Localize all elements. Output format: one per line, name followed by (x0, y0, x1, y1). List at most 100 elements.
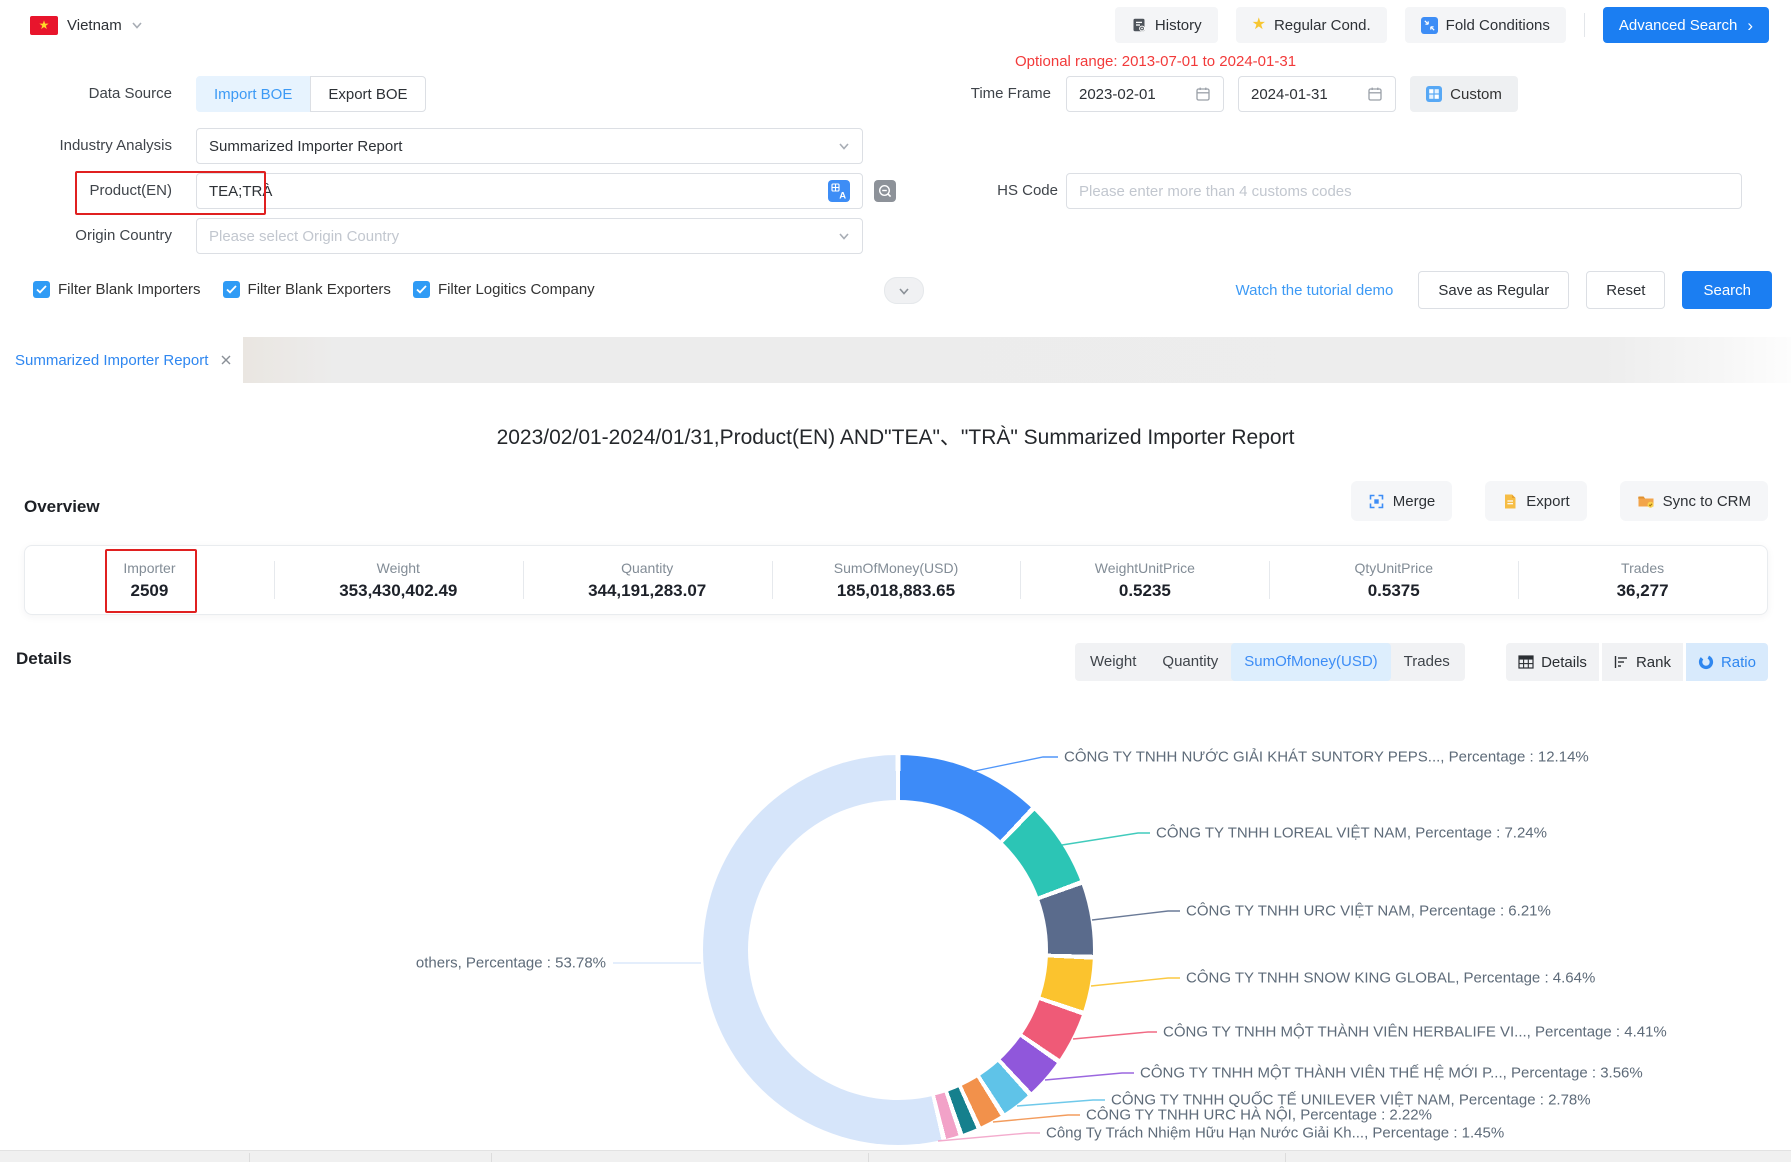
stat-label: Quantity (621, 560, 673, 576)
chart-label: others, Percentage : 53.78% (416, 955, 606, 972)
stat-importer: Importer 2509 (25, 546, 274, 614)
chart-label: CÔNG TY TNHH MỘT THÀNH VIÊN THẾ HỆ MỚI P… (1140, 1065, 1643, 1082)
metric-tab-weight[interactable]: Weight (1077, 643, 1149, 681)
chevron-down-icon (838, 230, 850, 242)
export-button[interactable]: Export (1485, 481, 1586, 521)
export-boe-tab[interactable]: Export BOE (310, 76, 425, 112)
fold-icon (1421, 17, 1438, 34)
calendar-icon (1195, 86, 1211, 102)
leader-line (970, 757, 1058, 772)
export-label: Export (1526, 493, 1569, 510)
regular-cond-button[interactable]: ★ Regular Cond. (1236, 7, 1387, 43)
close-icon[interactable] (220, 354, 232, 366)
stat-value: 185,018,883.65 (837, 581, 955, 601)
date-start-input[interactable]: 2023-02-01 (1066, 76, 1224, 112)
donut-icon (1698, 654, 1714, 670)
sync-to-crm-button[interactable]: Sync to CRM (1620, 481, 1768, 521)
industry-analysis-value: Summarized Importer Report (209, 138, 402, 155)
topbar: ★ Vietnam History ★ Regular Cond. Fold C… (0, 0, 1791, 51)
reset-button[interactable]: Reset (1586, 271, 1665, 309)
history-icon (1131, 17, 1147, 33)
tab-summarized-importer-report[interactable]: Summarized Importer Report (0, 337, 243, 383)
rank-icon (1614, 655, 1629, 669)
origin-country-label: Origin Country (12, 218, 172, 254)
leader-line (1045, 1073, 1134, 1080)
fold-conditions-label: Fold Conditions (1446, 17, 1550, 34)
save-as-regular-button[interactable]: Save as Regular (1418, 271, 1569, 309)
tab-label: Summarized Importer Report (15, 352, 208, 369)
donut-chart[interactable] (703, 755, 1093, 1145)
stat-quantity: Quantity 344,191,283.07 (523, 546, 772, 614)
metric-tab-quantity[interactable]: Quantity (1149, 643, 1231, 681)
chart-label: CÔNG TY TNHH LOREAL VIỆT NAM, Percentage… (1156, 825, 1547, 842)
advanced-search-button[interactable]: Advanced Search › (1603, 7, 1769, 43)
form-actions: Watch the tutorial demo Save as Regular … (1236, 271, 1772, 309)
view-tab-label: Rank (1636, 654, 1671, 671)
product-en-input[interactable]: TEA;TRÀ A (196, 173, 863, 209)
hs-code-label: HS Code (898, 173, 1058, 209)
stat-trades: Trades 36,277 (1518, 546, 1767, 614)
industry-analysis-select[interactable]: Summarized Importer Report (196, 128, 863, 164)
overview-stats-card: Importer 2509 Weight 353,430,402.49 Quan… (24, 545, 1768, 615)
metric-tab-sum-of-money[interactable]: SumOfMoney(USD) (1231, 643, 1390, 681)
chart-label: CÔNG TY TNHH URC HÀ NỘI, Percentage : 2.… (1086, 1107, 1432, 1124)
stat-value: 0.5235 (1119, 581, 1171, 601)
match-mode-button[interactable] (872, 178, 898, 204)
hs-code-placeholder: Please enter more than 4 customs codes (1079, 183, 1352, 200)
import-boe-tab[interactable]: Import BOE (196, 76, 310, 112)
hs-code-input[interactable]: Please enter more than 4 customs codes (1066, 173, 1742, 209)
checkbox-filter-logistics-company[interactable]: Filter Logitics Company (413, 281, 595, 298)
stat-weight-unit-price: WeightUnitPrice 0.5235 (1020, 546, 1269, 614)
checkbox-checked-icon (413, 281, 430, 298)
sync-crm-icon (1637, 494, 1655, 509)
merge-label: Merge (1393, 493, 1436, 510)
industry-analysis-label: Industry Analysis (12, 128, 172, 164)
view-tab-ratio[interactable]: Ratio (1686, 643, 1768, 681)
chart-label: CÔNG TY TNHH MỘT THÀNH VIÊN HERBALIFE VI… (1163, 1024, 1667, 1041)
leader-line (1092, 911, 1180, 920)
checkbox-checked-icon (33, 281, 50, 298)
regular-cond-label: Regular Cond. (1274, 17, 1371, 34)
merge-button[interactable]: Merge (1351, 481, 1453, 521)
checkbox-filter-blank-importers[interactable]: Filter Blank Importers (33, 281, 201, 298)
country-selector[interactable]: ★ Vietnam (30, 0, 143, 50)
origin-country-select[interactable]: Please select Origin Country (196, 218, 863, 254)
checkbox-label: Filter Blank Importers (58, 281, 201, 298)
view-tab-details[interactable]: Details (1506, 643, 1599, 681)
chevron-down-icon (131, 19, 143, 31)
search-button[interactable]: Search (1682, 271, 1772, 309)
optional-range-text: Optional range: 2013-07-01 to 2024-01-31 (1015, 53, 1296, 70)
stat-label: Importer (123, 560, 175, 576)
advanced-search-label: Advanced Search (1619, 17, 1737, 34)
metric-tabs: Weight Quantity SumOfMoney(USD) Trades (1075, 643, 1465, 681)
chevron-down-icon (898, 285, 910, 297)
app: ★ Vietnam History ★ Regular Cond. Fold C… (0, 0, 1791, 1162)
date-end-input[interactable]: 2024-01-31 (1238, 76, 1396, 112)
country-name: Vietnam (67, 17, 122, 34)
stat-value: 0.5375 (1368, 581, 1420, 601)
checkbox-filter-blank-exporters[interactable]: Filter Blank Exporters (223, 281, 391, 298)
view-tab-rank[interactable]: Rank (1602, 643, 1683, 681)
tabbar-background (243, 337, 1791, 383)
view-tabs: Details Rank Ratio (1506, 643, 1768, 681)
watch-tutorial-link[interactable]: Watch the tutorial demo (1236, 282, 1394, 299)
fold-conditions-button[interactable]: Fold Conditions (1405, 7, 1566, 43)
stat-value: 2509 (131, 581, 169, 601)
stat-weight: Weight 353,430,402.49 (274, 546, 523, 614)
stat-label: WeightUnitPrice (1095, 560, 1195, 576)
history-button[interactable]: History (1115, 7, 1218, 43)
leader-line (1073, 1032, 1157, 1039)
report-title: 2023/02/01-2024/01/31,Product(EN) AND"TE… (0, 421, 1791, 451)
translate-icon[interactable]: A (828, 180, 850, 202)
divider (1584, 13, 1585, 37)
checkbox-checked-icon (223, 281, 240, 298)
stat-value: 36,277 (1617, 581, 1669, 601)
checkbox-label: Filter Blank Exporters (248, 281, 391, 298)
custom-range-button[interactable]: Custom (1410, 76, 1518, 112)
time-frame-label: Time Frame (891, 76, 1051, 112)
view-tab-label: Ratio (1721, 654, 1756, 671)
expand-conditions-button[interactable] (884, 277, 924, 304)
table-icon (1518, 655, 1534, 669)
overview-heading: Overview (24, 497, 100, 517)
metric-tab-trades[interactable]: Trades (1391, 643, 1463, 681)
